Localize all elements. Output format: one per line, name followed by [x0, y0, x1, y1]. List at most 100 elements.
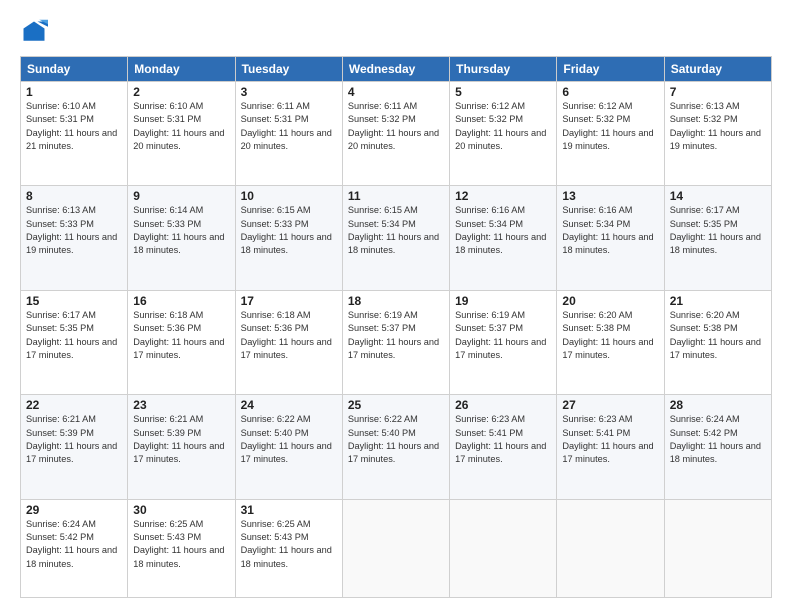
day-info: Sunrise: 6:11 AMSunset: 5:32 PMDaylight:… — [348, 100, 444, 153]
calendar-cell: 28Sunrise: 6:24 AMSunset: 5:42 PMDayligh… — [664, 395, 771, 499]
day-number: 11 — [348, 189, 444, 203]
day-info: Sunrise: 6:12 AMSunset: 5:32 PMDaylight:… — [455, 100, 551, 153]
calendar-cell: 17Sunrise: 6:18 AMSunset: 5:36 PMDayligh… — [235, 290, 342, 394]
calendar-cell: 13Sunrise: 6:16 AMSunset: 5:34 PMDayligh… — [557, 186, 664, 290]
calendar-week-1: 1Sunrise: 6:10 AMSunset: 5:31 PMDaylight… — [21, 82, 772, 186]
calendar-cell: 15Sunrise: 6:17 AMSunset: 5:35 PMDayligh… — [21, 290, 128, 394]
calendar-week-4: 22Sunrise: 6:21 AMSunset: 5:39 PMDayligh… — [21, 395, 772, 499]
day-info: Sunrise: 6:16 AMSunset: 5:34 PMDaylight:… — [455, 204, 551, 257]
calendar-cell: 11Sunrise: 6:15 AMSunset: 5:34 PMDayligh… — [342, 186, 449, 290]
calendar-header-row: SundayMondayTuesdayWednesdayThursdayFrid… — [21, 57, 772, 82]
day-number: 14 — [670, 189, 766, 203]
logo — [20, 18, 52, 46]
day-info: Sunrise: 6:12 AMSunset: 5:32 PMDaylight:… — [562, 100, 658, 153]
day-info: Sunrise: 6:21 AMSunset: 5:39 PMDaylight:… — [133, 413, 229, 466]
weekday-header-friday: Friday — [557, 57, 664, 82]
day-number: 19 — [455, 294, 551, 308]
calendar-cell: 21Sunrise: 6:20 AMSunset: 5:38 PMDayligh… — [664, 290, 771, 394]
weekday-header-wednesday: Wednesday — [342, 57, 449, 82]
day-number: 25 — [348, 398, 444, 412]
day-info: Sunrise: 6:14 AMSunset: 5:33 PMDaylight:… — [133, 204, 229, 257]
calendar-cell: 25Sunrise: 6:22 AMSunset: 5:40 PMDayligh… — [342, 395, 449, 499]
day-info: Sunrise: 6:23 AMSunset: 5:41 PMDaylight:… — [562, 413, 658, 466]
day-number: 7 — [670, 85, 766, 99]
day-info: Sunrise: 6:18 AMSunset: 5:36 PMDaylight:… — [133, 309, 229, 362]
day-number: 24 — [241, 398, 337, 412]
calendar-cell: 30Sunrise: 6:25 AMSunset: 5:43 PMDayligh… — [128, 499, 235, 597]
calendar-cell: 29Sunrise: 6:24 AMSunset: 5:42 PMDayligh… — [21, 499, 128, 597]
day-number: 30 — [133, 503, 229, 517]
day-number: 12 — [455, 189, 551, 203]
calendar-cell: 8Sunrise: 6:13 AMSunset: 5:33 PMDaylight… — [21, 186, 128, 290]
calendar-table: SundayMondayTuesdayWednesdayThursdayFrid… — [20, 56, 772, 598]
calendar-cell: 27Sunrise: 6:23 AMSunset: 5:41 PMDayligh… — [557, 395, 664, 499]
day-info: Sunrise: 6:21 AMSunset: 5:39 PMDaylight:… — [26, 413, 122, 466]
calendar-week-3: 15Sunrise: 6:17 AMSunset: 5:35 PMDayligh… — [21, 290, 772, 394]
day-info: Sunrise: 6:23 AMSunset: 5:41 PMDaylight:… — [455, 413, 551, 466]
page: SundayMondayTuesdayWednesdayThursdayFrid… — [0, 0, 792, 612]
calendar-cell: 10Sunrise: 6:15 AMSunset: 5:33 PMDayligh… — [235, 186, 342, 290]
calendar-cell: 1Sunrise: 6:10 AMSunset: 5:31 PMDaylight… — [21, 82, 128, 186]
day-info: Sunrise: 6:15 AMSunset: 5:34 PMDaylight:… — [348, 204, 444, 257]
day-number: 18 — [348, 294, 444, 308]
day-info: Sunrise: 6:24 AMSunset: 5:42 PMDaylight:… — [670, 413, 766, 466]
day-info: Sunrise: 6:13 AMSunset: 5:33 PMDaylight:… — [26, 204, 122, 257]
weekday-header-monday: Monday — [128, 57, 235, 82]
calendar-cell: 14Sunrise: 6:17 AMSunset: 5:35 PMDayligh… — [664, 186, 771, 290]
calendar-cell: 18Sunrise: 6:19 AMSunset: 5:37 PMDayligh… — [342, 290, 449, 394]
day-info: Sunrise: 6:24 AMSunset: 5:42 PMDaylight:… — [26, 518, 122, 571]
day-number: 22 — [26, 398, 122, 412]
day-number: 23 — [133, 398, 229, 412]
calendar-cell: 26Sunrise: 6:23 AMSunset: 5:41 PMDayligh… — [450, 395, 557, 499]
day-number: 16 — [133, 294, 229, 308]
day-info: Sunrise: 6:25 AMSunset: 5:43 PMDaylight:… — [241, 518, 337, 571]
day-info: Sunrise: 6:15 AMSunset: 5:33 PMDaylight:… — [241, 204, 337, 257]
calendar-cell: 16Sunrise: 6:18 AMSunset: 5:36 PMDayligh… — [128, 290, 235, 394]
day-info: Sunrise: 6:20 AMSunset: 5:38 PMDaylight:… — [670, 309, 766, 362]
weekday-header-thursday: Thursday — [450, 57, 557, 82]
day-number: 10 — [241, 189, 337, 203]
day-info: Sunrise: 6:18 AMSunset: 5:36 PMDaylight:… — [241, 309, 337, 362]
calendar-cell — [342, 499, 449, 597]
calendar-cell — [450, 499, 557, 597]
day-info: Sunrise: 6:19 AMSunset: 5:37 PMDaylight:… — [455, 309, 551, 362]
day-number: 13 — [562, 189, 658, 203]
calendar-body: 1Sunrise: 6:10 AMSunset: 5:31 PMDaylight… — [21, 82, 772, 598]
day-number: 3 — [241, 85, 337, 99]
day-number: 9 — [133, 189, 229, 203]
day-number: 8 — [26, 189, 122, 203]
weekday-header-saturday: Saturday — [664, 57, 771, 82]
day-info: Sunrise: 6:11 AMSunset: 5:31 PMDaylight:… — [241, 100, 337, 153]
calendar-cell: 9Sunrise: 6:14 AMSunset: 5:33 PMDaylight… — [128, 186, 235, 290]
day-number: 6 — [562, 85, 658, 99]
calendar-cell: 2Sunrise: 6:10 AMSunset: 5:31 PMDaylight… — [128, 82, 235, 186]
calendar-cell: 12Sunrise: 6:16 AMSunset: 5:34 PMDayligh… — [450, 186, 557, 290]
day-number: 5 — [455, 85, 551, 99]
calendar-cell — [557, 499, 664, 597]
day-number: 31 — [241, 503, 337, 517]
day-number: 27 — [562, 398, 658, 412]
calendar-cell — [664, 499, 771, 597]
calendar-cell: 7Sunrise: 6:13 AMSunset: 5:32 PMDaylight… — [664, 82, 771, 186]
day-number: 15 — [26, 294, 122, 308]
day-number: 29 — [26, 503, 122, 517]
logo-icon — [20, 18, 48, 46]
calendar-week-5: 29Sunrise: 6:24 AMSunset: 5:42 PMDayligh… — [21, 499, 772, 597]
weekday-header-sunday: Sunday — [21, 57, 128, 82]
day-info: Sunrise: 6:19 AMSunset: 5:37 PMDaylight:… — [348, 309, 444, 362]
calendar-cell: 31Sunrise: 6:25 AMSunset: 5:43 PMDayligh… — [235, 499, 342, 597]
day-info: Sunrise: 6:22 AMSunset: 5:40 PMDaylight:… — [348, 413, 444, 466]
calendar-cell: 23Sunrise: 6:21 AMSunset: 5:39 PMDayligh… — [128, 395, 235, 499]
day-number: 28 — [670, 398, 766, 412]
day-number: 4 — [348, 85, 444, 99]
day-number: 17 — [241, 294, 337, 308]
day-number: 2 — [133, 85, 229, 99]
day-info: Sunrise: 6:17 AMSunset: 5:35 PMDaylight:… — [670, 204, 766, 257]
day-number: 1 — [26, 85, 122, 99]
day-number: 20 — [562, 294, 658, 308]
day-info: Sunrise: 6:10 AMSunset: 5:31 PMDaylight:… — [26, 100, 122, 153]
calendar-cell: 4Sunrise: 6:11 AMSunset: 5:32 PMDaylight… — [342, 82, 449, 186]
day-number: 21 — [670, 294, 766, 308]
header — [20, 18, 772, 46]
calendar-week-2: 8Sunrise: 6:13 AMSunset: 5:33 PMDaylight… — [21, 186, 772, 290]
